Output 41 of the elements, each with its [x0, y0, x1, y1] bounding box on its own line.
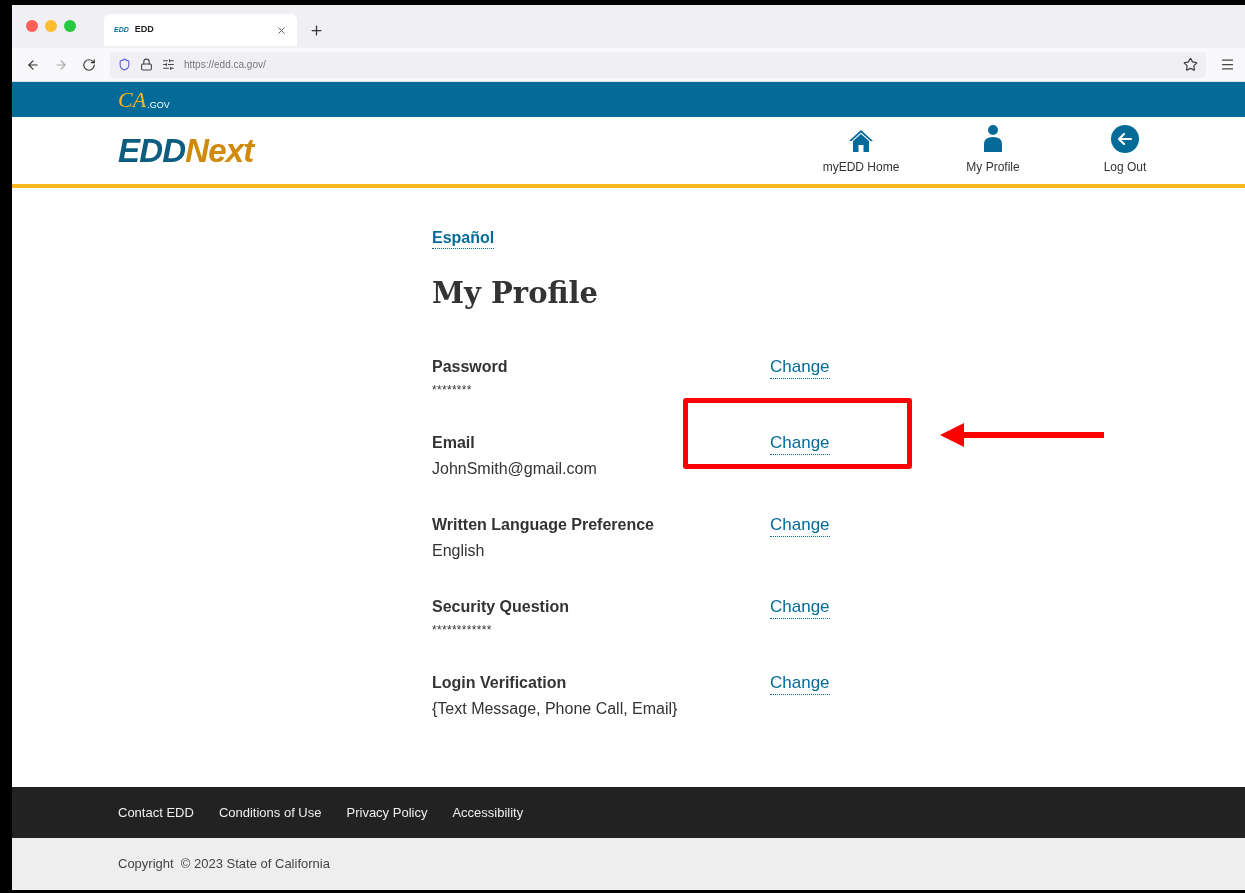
field-value: JohnSmith@gmail.com — [432, 459, 598, 480]
bookmark-star-icon[interactable] — [1183, 57, 1198, 72]
field-label: Security Question — [432, 597, 570, 618]
back-icon[interactable] — [26, 57, 40, 72]
tab-title: EDD — [134, 23, 154, 37]
footer-link[interactable]: Conditions of Use — [218, 802, 322, 823]
address-field[interactable]: https://edd.ca.gov/ — [110, 51, 1206, 78]
nav-link[interactable]: My Profile — [927, 125, 1059, 176]
footer-link[interactable]: Contact EDD — [118, 802, 194, 823]
menu-icon[interactable] — [1220, 57, 1235, 72]
footer-link[interactable]: Accessibility — [452, 802, 524, 823]
field-label: Login Verification — [432, 673, 568, 694]
nav-link[interactable]: Log Out — [1059, 125, 1191, 176]
change-link[interactable]: Change — [770, 672, 830, 695]
change-link[interactable]: Change — [770, 356, 830, 379]
lock-icon — [140, 58, 153, 71]
field-value: English — [432, 541, 486, 562]
change-link[interactable]: Change — [770, 514, 830, 537]
close-tab-icon[interactable] — [276, 24, 287, 36]
sliders-icon — [162, 58, 175, 71]
language-link[interactable]: Español — [432, 228, 495, 249]
field-label: Email — [432, 433, 476, 454]
person-icon — [983, 125, 1003, 153]
ca-gov-logo[interactable]: CA.GOV — [118, 88, 170, 111]
page-title: My Profile — [432, 275, 600, 312]
field-label: Password — [432, 357, 509, 378]
edd-next-logo[interactable]: EDDNext — [118, 134, 254, 167]
change-link[interactable]: Change — [770, 596, 830, 619]
field-value: ******** — [432, 382, 473, 400]
copyright-text: Copyright © 2023 State of California — [118, 855, 330, 874]
nav-link[interactable]: myEDD Home — [795, 129, 927, 176]
field-label: Written Language Preference — [432, 515, 655, 536]
change-link[interactable]: Change — [770, 432, 830, 455]
reload-icon[interactable] — [82, 57, 96, 72]
shield-icon — [118, 58, 131, 71]
home-icon — [848, 129, 874, 153]
new-tab-icon[interactable] — [309, 22, 324, 38]
footer-link[interactable]: Privacy Policy — [346, 802, 428, 823]
url-text: https://edd.ca.gov/ — [184, 58, 266, 72]
field-value: {Text Message, Phone Call, Email} — [432, 699, 679, 720]
field-value: ************ — [432, 622, 493, 640]
